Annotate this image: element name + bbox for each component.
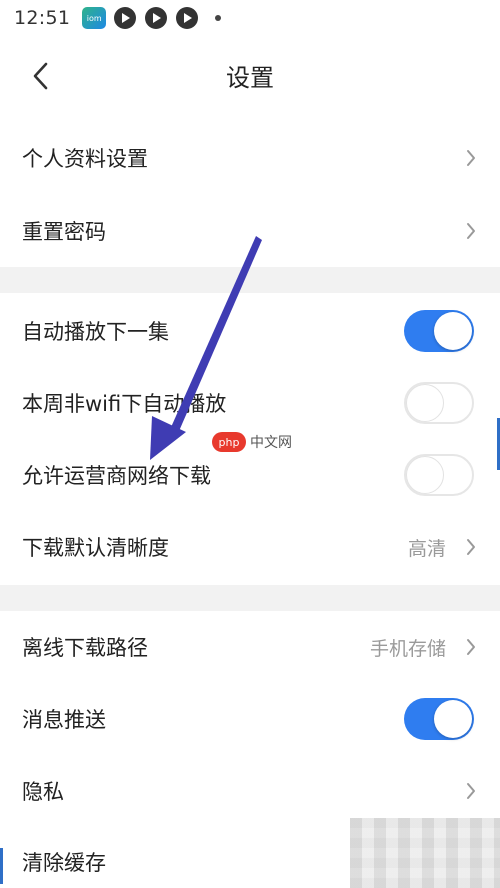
settings-item-label: 个人资料设置 bbox=[22, 147, 148, 171]
toggle-knob bbox=[406, 456, 444, 494]
status-time: 12:51 bbox=[14, 7, 71, 29]
settings-item-download-path[interactable]: 离线下载路径 手机存储 bbox=[0, 611, 500, 683]
settings-item-value: 手机存储 bbox=[369, 637, 446, 660]
section-divider bbox=[0, 585, 500, 611]
settings-item-profile[interactable]: 个人资料设置 bbox=[0, 122, 500, 194]
app-badge-icon: iom bbox=[82, 7, 107, 29]
section-divider bbox=[0, 267, 500, 293]
chevron-right-icon bbox=[464, 537, 478, 557]
settings-item-push-notifications: 消息推送 bbox=[0, 683, 500, 755]
settings-item-label: 消息推送 bbox=[22, 708, 106, 732]
play-notification-icon bbox=[145, 7, 168, 29]
settings-item-value: 高清 bbox=[407, 537, 446, 560]
push-notifications-toggle[interactable] bbox=[404, 698, 474, 740]
chevron-right-icon bbox=[464, 148, 478, 168]
autoplay-next-toggle[interactable] bbox=[404, 310, 474, 352]
pixelated-overlay bbox=[350, 818, 500, 888]
toggle-knob bbox=[434, 700, 472, 738]
settings-group-account: 个人资料设置 重置密码 bbox=[0, 122, 500, 267]
settings-item-privacy[interactable]: 隐私 bbox=[0, 755, 500, 827]
watermark: php 中文网 bbox=[212, 432, 292, 452]
settings-item-label: 本周非wifi下自动播放 bbox=[22, 392, 227, 416]
watermark-logo: php bbox=[212, 432, 246, 452]
settings-item-autoplay-non-wifi: 本周非wifi下自动播放 bbox=[0, 367, 500, 439]
toggle-knob bbox=[406, 384, 444, 422]
settings-item-label: 允许运营商网络下载 bbox=[22, 464, 211, 488]
chevron-right-icon bbox=[464, 637, 478, 657]
settings-item-label: 清除缓存 bbox=[22, 851, 106, 875]
dot-icon bbox=[215, 15, 222, 21]
settings-item-label: 重置密码 bbox=[22, 220, 106, 244]
toggle-knob bbox=[434, 312, 472, 350]
settings-item-label: 离线下载路径 bbox=[22, 636, 148, 660]
page-title: 设置 bbox=[226, 64, 274, 92]
settings-item-label: 自动播放下一集 bbox=[22, 320, 169, 344]
carrier-download-toggle[interactable] bbox=[404, 454, 474, 496]
play-notification-icon bbox=[176, 7, 199, 29]
settings-item-label: 隐私 bbox=[22, 780, 64, 804]
settings-item-reset-password[interactable]: 重置密码 bbox=[0, 195, 500, 267]
settings-item-label: 下载默认清晰度 bbox=[22, 536, 169, 560]
settings-item-download-quality[interactable]: 下载默认清晰度 高清 bbox=[0, 511, 500, 583]
play-notification-icon bbox=[114, 7, 137, 29]
autoplay-non-wifi-toggle[interactable] bbox=[404, 382, 474, 424]
status-bar: 12:51 iom bbox=[0, 0, 500, 36]
chevron-right-icon bbox=[464, 221, 478, 241]
chevron-right-icon bbox=[464, 781, 478, 801]
edge-indicator bbox=[0, 848, 3, 884]
nav-bar: 设置 bbox=[0, 36, 500, 116]
settings-item-autoplay-next: 自动播放下一集 bbox=[0, 295, 500, 367]
watermark-text: 中文网 bbox=[250, 435, 292, 451]
